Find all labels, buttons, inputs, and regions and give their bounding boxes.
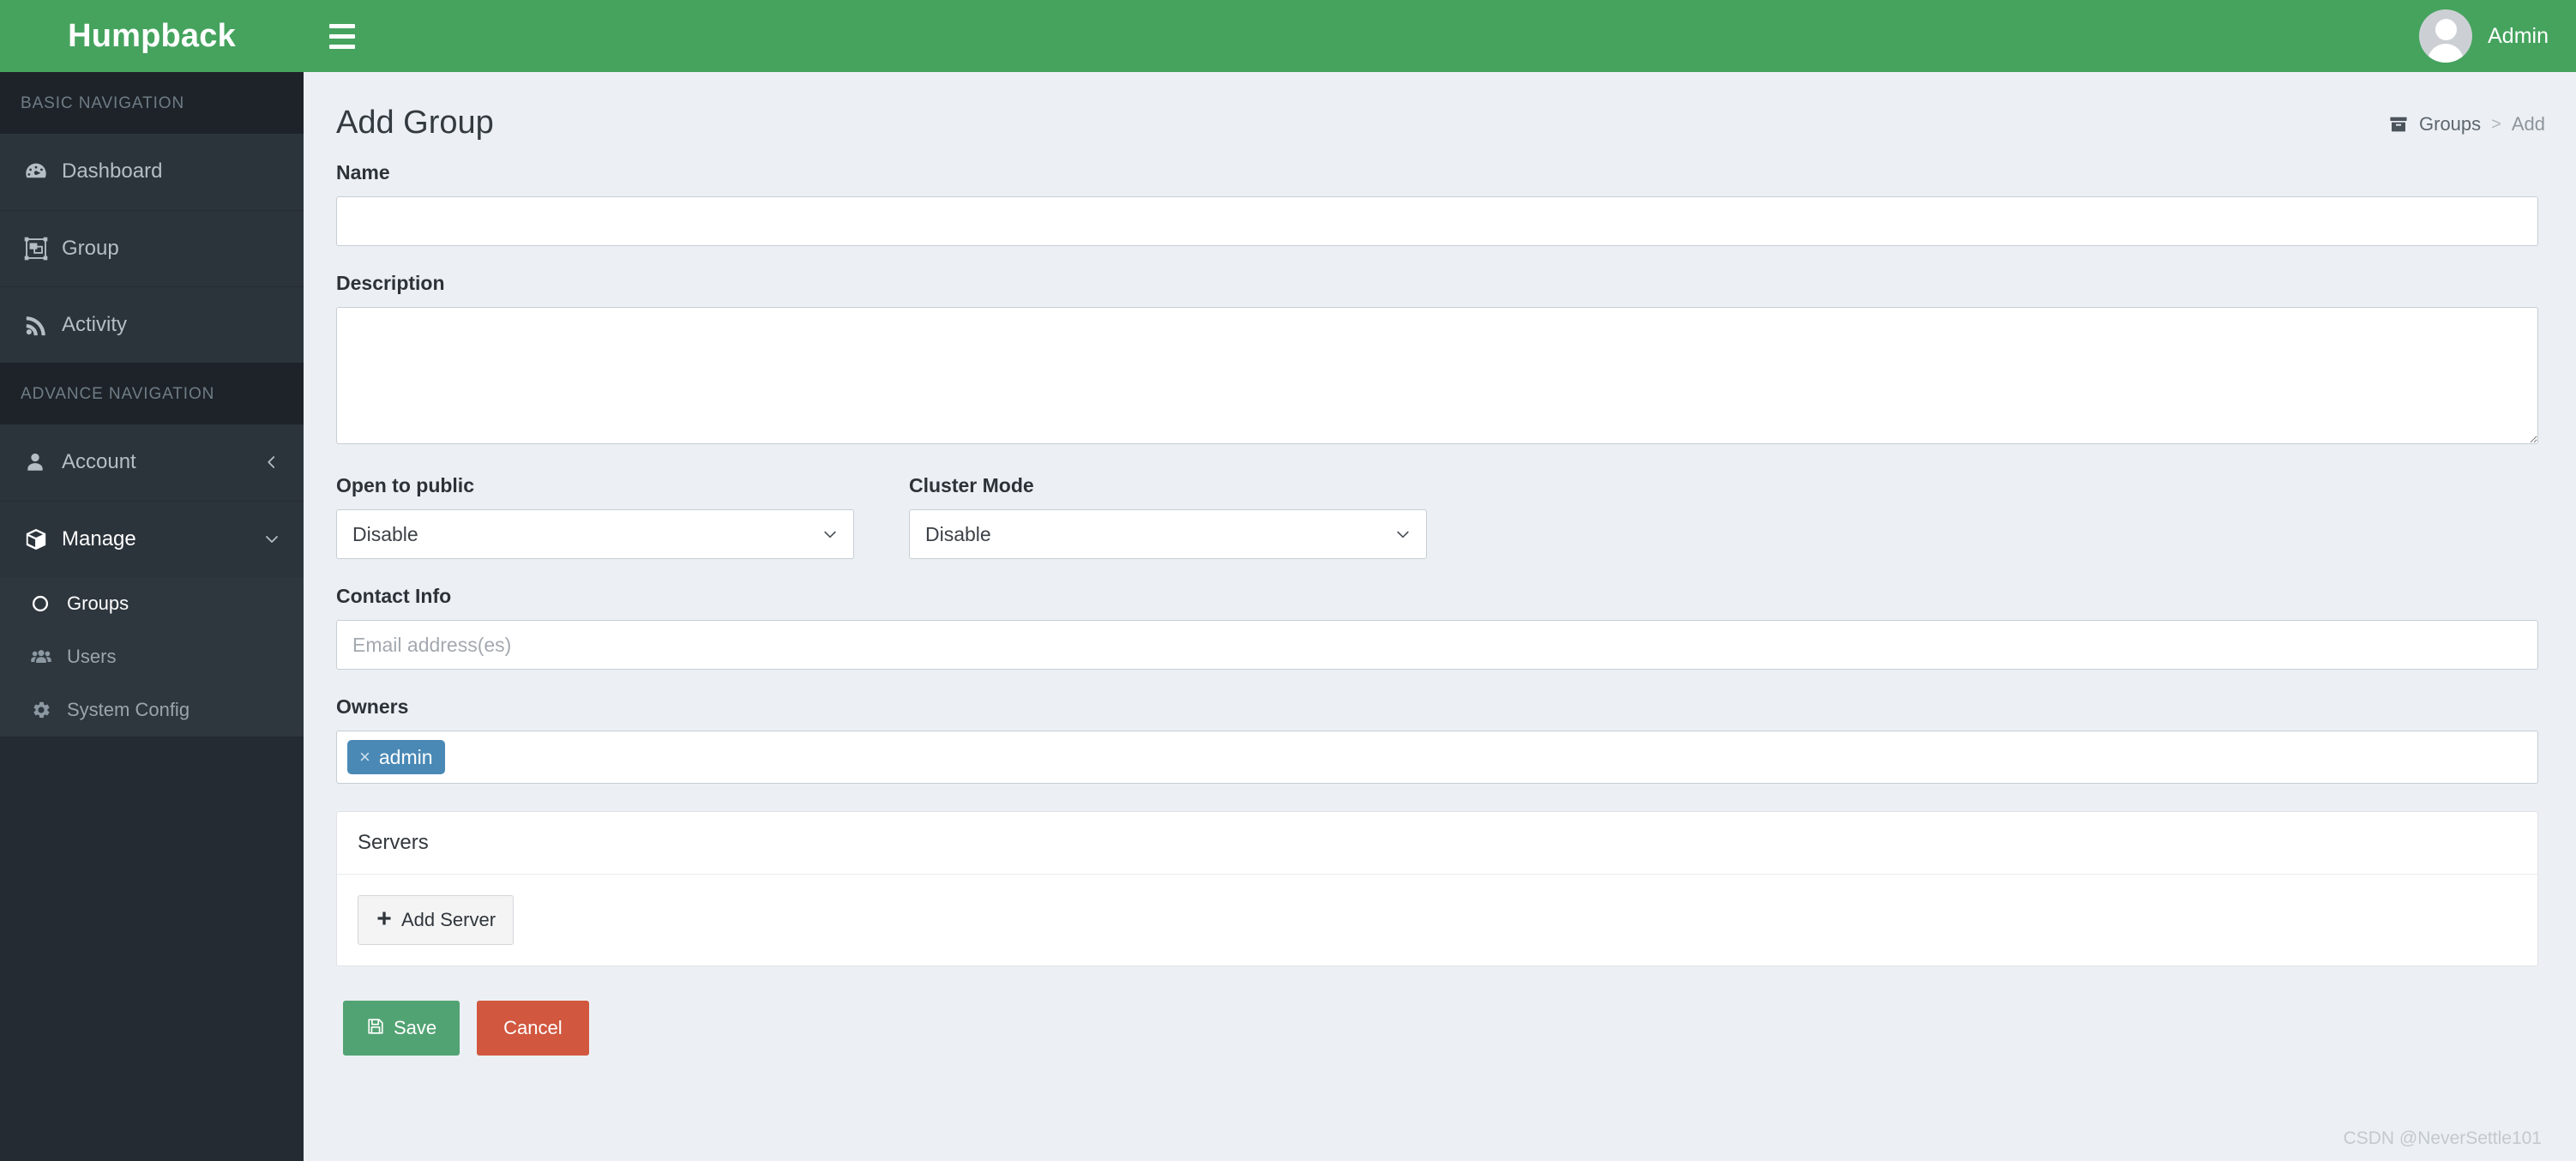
sidebar-submenu-manage: Groups Users System Config	[0, 577, 304, 737]
cluster-mode-value: Disable	[925, 522, 991, 545]
floppy-save-icon	[366, 1017, 385, 1039]
sidebar-item-label: Users	[67, 646, 117, 667]
chevron-left-icon	[264, 454, 280, 470]
sidebar-item-label: Group	[62, 236, 119, 260]
chevron-down-icon	[264, 532, 280, 547]
watermark: CSDN @NeverSettle101	[2343, 1128, 2542, 1148]
users-icon	[31, 647, 67, 667]
user-avatar-icon	[2419, 9, 2473, 63]
app-root: Humpback BASIC NAVIGATION Dashboard Grou…	[0, 0, 2576, 1161]
page-header: Add Group Groups > Add	[329, 72, 2545, 139]
gear-icon	[31, 700, 67, 720]
breadcrumb-link-groups[interactable]: Groups	[2419, 113, 2481, 135]
open-to-public-value: Disable	[352, 522, 418, 545]
owner-tag[interactable]: × admin	[347, 740, 445, 774]
object-group-icon	[24, 237, 62, 261]
sidebar-item-users[interactable]: Users	[0, 630, 304, 683]
cancel-button[interactable]: Cancel	[477, 1001, 589, 1056]
rss-feed-icon	[24, 313, 62, 337]
brand-logo[interactable]: Humpback	[0, 0, 304, 72]
contact-info-input[interactable]	[336, 620, 2538, 670]
dashboard-icon	[24, 159, 62, 183]
sidebar-item-label: Dashboard	[62, 159, 163, 183]
add-server-label: Add Server	[401, 909, 497, 930]
add-server-button[interactable]: Add Server	[358, 895, 515, 945]
hamburger-bar	[329, 23, 355, 28]
field-cluster-mode: Cluster Mode Disable	[909, 474, 1427, 559]
contact-info-label: Contact Info	[336, 585, 452, 607]
cluster-mode-label: Cluster Mode	[909, 474, 1034, 496]
breadcrumb-separator: >	[2491, 114, 2501, 134]
open-to-public-select[interactable]: Disable	[336, 509, 854, 559]
cancel-label: Cancel	[503, 1017, 563, 1038]
hamburger-icon[interactable]	[329, 17, 367, 55]
field-description: Description	[336, 272, 2538, 448]
sidebar-heading-basic: BASIC NAVIGATION	[0, 72, 304, 134]
sidebar-item-label: Account	[62, 450, 136, 473]
user-icon	[24, 451, 62, 473]
add-group-form: Name Description Open to public Disable	[329, 139, 2545, 1056]
sidebar-item-dashboard[interactable]: Dashboard	[0, 134, 304, 210]
sidebar-item-account[interactable]: Account	[0, 424, 304, 501]
sidebar-item-label: Activity	[62, 312, 128, 336]
avatar-head	[2435, 19, 2457, 40]
sidebar-item-group[interactable]: Group	[0, 210, 304, 286]
user-name: Admin	[2488, 23, 2549, 48]
hamburger-bar	[329, 33, 355, 39]
remove-tag-icon[interactable]: ×	[359, 748, 370, 767]
content: Add Group Groups > Add Name Description …	[304, 72, 2576, 1161]
sidebar-item-groups[interactable]: Groups	[0, 577, 304, 630]
open-to-public-select-wrap: Disable	[336, 509, 854, 559]
archive-box-icon	[2388, 114, 2409, 135]
field-owners: Owners × admin	[336, 695, 2538, 784]
field-name: Name	[336, 161, 2538, 246]
hamburger-bar	[329, 44, 355, 49]
sidebar: Humpback BASIC NAVIGATION Dashboard Grou…	[0, 0, 304, 1161]
servers-panel-body: Add Server	[337, 875, 2537, 965]
cube-icon	[24, 527, 62, 551]
servers-panel: Servers Add Server	[336, 811, 2538, 966]
sidebar-item-manage[interactable]: Manage	[0, 501, 304, 577]
breadcrumb-current: Add	[2511, 113, 2545, 135]
owners-tag-input[interactable]: × admin	[336, 731, 2538, 784]
row-selects: Open to public Disable Cluster Mode Disa…	[336, 474, 2538, 559]
topbar: Admin	[304, 0, 2576, 72]
field-contact-info: Contact Info	[336, 585, 2538, 670]
save-button[interactable]: Save	[343, 1001, 460, 1056]
servers-panel-title: Servers	[337, 812, 2537, 875]
breadcrumb: Groups > Add	[2388, 113, 2545, 139]
sidebar-item-activity[interactable]: Activity	[0, 286, 304, 363]
main-area: Admin Add Group Groups > Add Name Descri…	[304, 0, 2576, 1161]
save-label: Save	[394, 1017, 437, 1038]
page-title: Add Group	[336, 105, 494, 141]
sidebar-filler	[0, 737, 304, 1161]
owners-label: Owners	[336, 695, 409, 718]
cluster-mode-select[interactable]: Disable	[909, 509, 1427, 559]
avatar-body	[2428, 44, 2465, 63]
sidebar-item-label: Manage	[62, 526, 136, 550]
circle-o-icon	[31, 594, 67, 613]
sidebar-heading-advance: ADVANCE NAVIGATION	[0, 363, 304, 424]
plus-icon	[376, 910, 393, 930]
description-textarea[interactable]	[336, 307, 2538, 444]
description-label: Description	[336, 272, 445, 294]
name-label: Name	[336, 161, 390, 183]
field-open-to-public: Open to public Disable	[336, 474, 854, 559]
owner-tag-label: admin	[378, 745, 433, 768]
sidebar-item-label: Groups	[67, 593, 129, 614]
form-actions: Save Cancel	[336, 966, 2538, 1056]
brand-title: Humpback	[68, 17, 236, 54]
user-menu[interactable]: Admin	[2419, 9, 2549, 63]
name-input[interactable]	[336, 196, 2538, 246]
sidebar-item-label: System Config	[67, 699, 190, 720]
open-to-public-label: Open to public	[336, 474, 474, 496]
cluster-mode-select-wrap: Disable	[909, 509, 1427, 559]
sidebar-item-system-config[interactable]: System Config	[0, 683, 304, 737]
